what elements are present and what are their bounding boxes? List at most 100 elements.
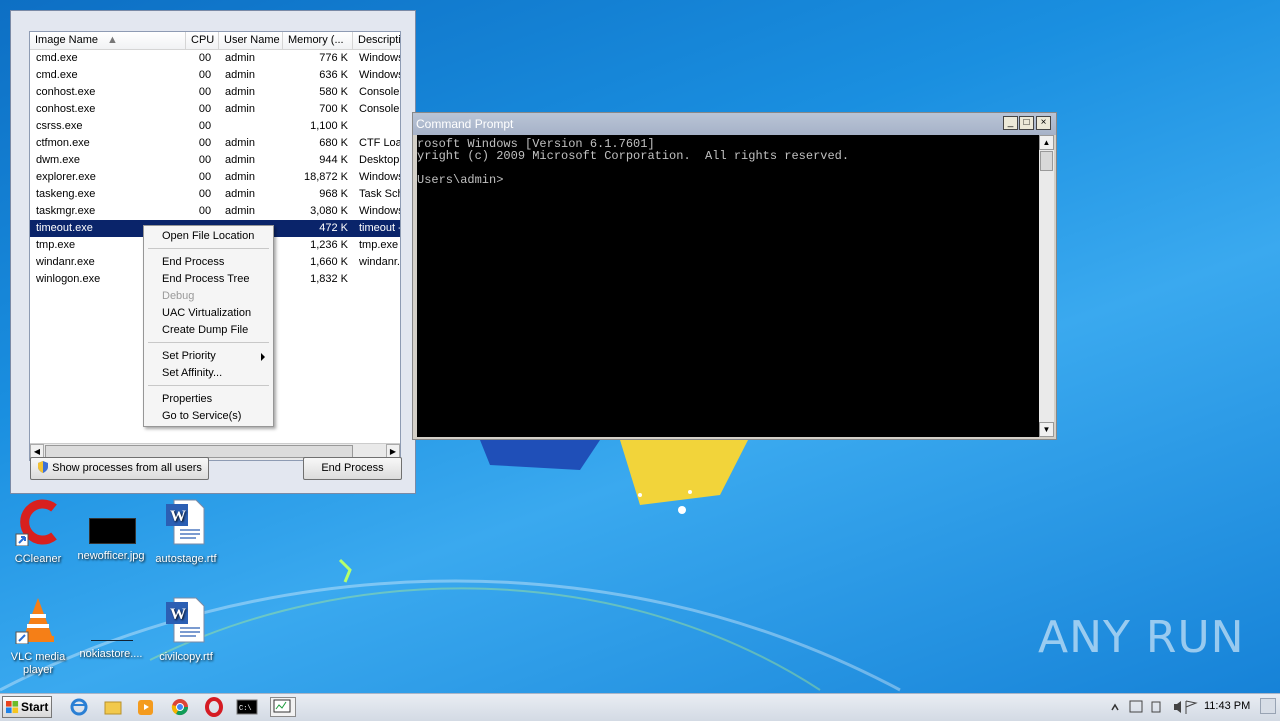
cell-user — [225, 118, 285, 135]
desktop-icon-newofficer[interactable]: newofficer.jpg — [73, 498, 149, 563]
uac-shield-icon — [38, 461, 49, 473]
column-label: Image Name — [35, 34, 98, 46]
table-row[interactable]: csrss.exe 00 1,100 K — [30, 118, 400, 135]
cell-name: explorer.exe — [36, 171, 96, 183]
show-desktop-button[interactable] — [1260, 698, 1276, 714]
column-header-cpu[interactable]: CPU — [186, 32, 219, 49]
close-button[interactable]: × — [1036, 116, 1051, 130]
opera-icon[interactable] — [203, 697, 225, 717]
minimize-button[interactable]: _ — [1003, 116, 1018, 130]
maximize-button[interactable]: □ — [1019, 116, 1034, 130]
desktop-icon-label: civilcopy.rtf — [159, 651, 213, 663]
table-row[interactable]: explorer.exe 00 admin 18,872 K Windows — [30, 169, 400, 186]
cell-cpu: 00 — [198, 69, 212, 81]
cell-user: admin — [225, 188, 255, 200]
cell-desc — [359, 271, 400, 288]
desktop-icon-vlc[interactable]: VLC media player — [0, 596, 76, 677]
menu-open-file-location[interactable]: Open File Location — [146, 228, 271, 245]
cell-mem: 3,080 K — [310, 205, 348, 217]
image-file-icon — [87, 498, 136, 546]
console-line: yright (c) 2009 Microsoft Corporation. A… — [417, 149, 850, 163]
taskmgr-taskbar-button[interactable] — [270, 697, 296, 717]
scrollbar-thumb[interactable] — [1040, 151, 1053, 171]
start-button[interactable]: Start — [2, 696, 52, 718]
table-row[interactable]: taskmgr.exe 00 admin 3,080 K Windows — [30, 203, 400, 220]
table-row[interactable]: dwm.exe 00 admin 944 K Desktop — [30, 152, 400, 169]
ie-icon[interactable] — [68, 697, 90, 717]
cell-name: conhost.exe — [36, 86, 96, 98]
cell-desc: Desktop — [359, 154, 400, 166]
menu-go-to-services[interactable]: Go to Service(s) — [146, 408, 271, 425]
cell-mem: 1,236 K — [310, 239, 348, 251]
cell-desc: Windows — [359, 171, 401, 183]
cell-cpu: 00 — [198, 188, 212, 200]
menu-create-dump-file[interactable]: Create Dump File — [146, 322, 271, 339]
cell-mem: 944 K — [319, 154, 348, 166]
word-document-icon: W — [166, 499, 205, 545]
cell-mem: 472 K — [319, 222, 348, 234]
column-header-memory[interactable]: Memory (... — [283, 32, 353, 49]
menu-end-process[interactable]: End Process — [146, 254, 271, 271]
menu-uac-virtualization[interactable]: UAC Virtualization — [146, 305, 271, 322]
table-row[interactable]: cmd.exe 00 admin 776 K Windows — [30, 50, 400, 67]
windows-logo-icon — [6, 701, 19, 714]
menu-separator — [148, 248, 269, 249]
taskbar-clock[interactable]: 11:43 PM — [1204, 700, 1250, 712]
desktop-icon-label: autostage.rtf — [155, 553, 217, 565]
desktop-icon-civilcopy[interactable]: W civilcopy.rtf — [148, 596, 224, 664]
svg-text:C:\: C:\ — [239, 705, 252, 713]
menu-separator — [148, 342, 269, 343]
menu-properties[interactable]: Properties — [146, 391, 271, 408]
desktop-icon-ccleaner[interactable]: CCleaner — [0, 498, 76, 566]
cell-mem: 1,832 K — [310, 273, 348, 285]
media-player-icon[interactable] — [135, 697, 157, 717]
column-header-image-name[interactable]: Image Name ▲ — [30, 32, 186, 49]
column-header-user-name[interactable]: User Name — [219, 32, 283, 49]
explorer-folder-icon[interactable] — [102, 697, 124, 717]
scroll-up-icon[interactable]: ▲ — [1039, 135, 1054, 150]
cell-mem: 1,660 K — [310, 256, 348, 268]
desktop-icon-autostage[interactable]: W autostage.rtf — [148, 498, 224, 566]
table-row[interactable]: taskeng.exe 00 admin 968 K Task Sch — [30, 186, 400, 203]
cell-cpu: 00 — [198, 205, 212, 217]
sort-ascending-icon: ▲ — [107, 34, 118, 46]
end-process-button[interactable]: End Process — [303, 457, 402, 480]
menu-end-process-tree[interactable]: End Process Tree — [146, 271, 271, 288]
scroll-down-icon[interactable]: ▼ — [1039, 422, 1054, 437]
tray-icons[interactable] — [1104, 696, 1200, 718]
cell-mem: 700 K — [319, 103, 348, 115]
menu-set-priority[interactable]: Set Priority — [146, 348, 271, 365]
chrome-icon[interactable] — [169, 697, 191, 717]
command-prompt-titlebar[interactable]: Command Prompt _ □ × — [413, 113, 1056, 135]
column-header-description[interactable]: Descripti — [353, 32, 400, 49]
console-output[interactable]: rosoft Windows [Version 6.1.7601] yright… — [417, 135, 1039, 437]
cell-mem: 636 K — [319, 69, 348, 81]
table-row[interactable]: ctfmon.exe 00 admin 680 K CTF Loac — [30, 135, 400, 152]
cell-name: taskeng.exe — [36, 188, 96, 200]
submenu-arrow-icon — [261, 353, 265, 361]
process-context-menu: Open File Location End Process End Proce… — [143, 225, 274, 427]
table-row[interactable]: cmd.exe 00 admin 636 K Windows — [30, 67, 400, 84]
cell-user: admin — [225, 103, 255, 115]
menu-set-affinity[interactable]: Set Affinity... — [146, 365, 271, 382]
command-prompt-window: Command Prompt _ □ × rosoft Windows [Ver… — [412, 112, 1057, 440]
menu-label: Set Priority — [162, 350, 216, 362]
cell-cpu: 00 — [198, 137, 212, 149]
cell-desc: Console — [359, 86, 400, 98]
vertical-scrollbar[interactable]: ▲ ▼ — [1039, 135, 1054, 437]
cell-name: csrss.exe — [36, 120, 83, 132]
cell-user: admin — [225, 69, 255, 81]
desktop-icon-nokiastore[interactable]: nokiastore.... — [73, 596, 149, 661]
cell-mem: 18,872 K — [303, 171, 348, 183]
table-row[interactable]: conhost.exe 00 admin 700 K Console — [30, 101, 400, 118]
cmd-icon[interactable]: C:\ — [236, 697, 258, 717]
show-all-users-button[interactable]: Show processes from all users — [30, 457, 209, 480]
cell-desc: Console — [359, 103, 400, 115]
word-document-icon: W — [166, 597, 205, 643]
cell-user: admin — [225, 137, 255, 149]
cell-desc: Windows — [359, 205, 401, 217]
cell-desc: windanr. — [359, 256, 400, 268]
table-row[interactable]: conhost.exe 00 admin 580 K Console — [30, 84, 400, 101]
cell-cpu: 00 — [198, 154, 212, 166]
taskbar: Start C:\ 11:43 PM — [0, 693, 1280, 721]
